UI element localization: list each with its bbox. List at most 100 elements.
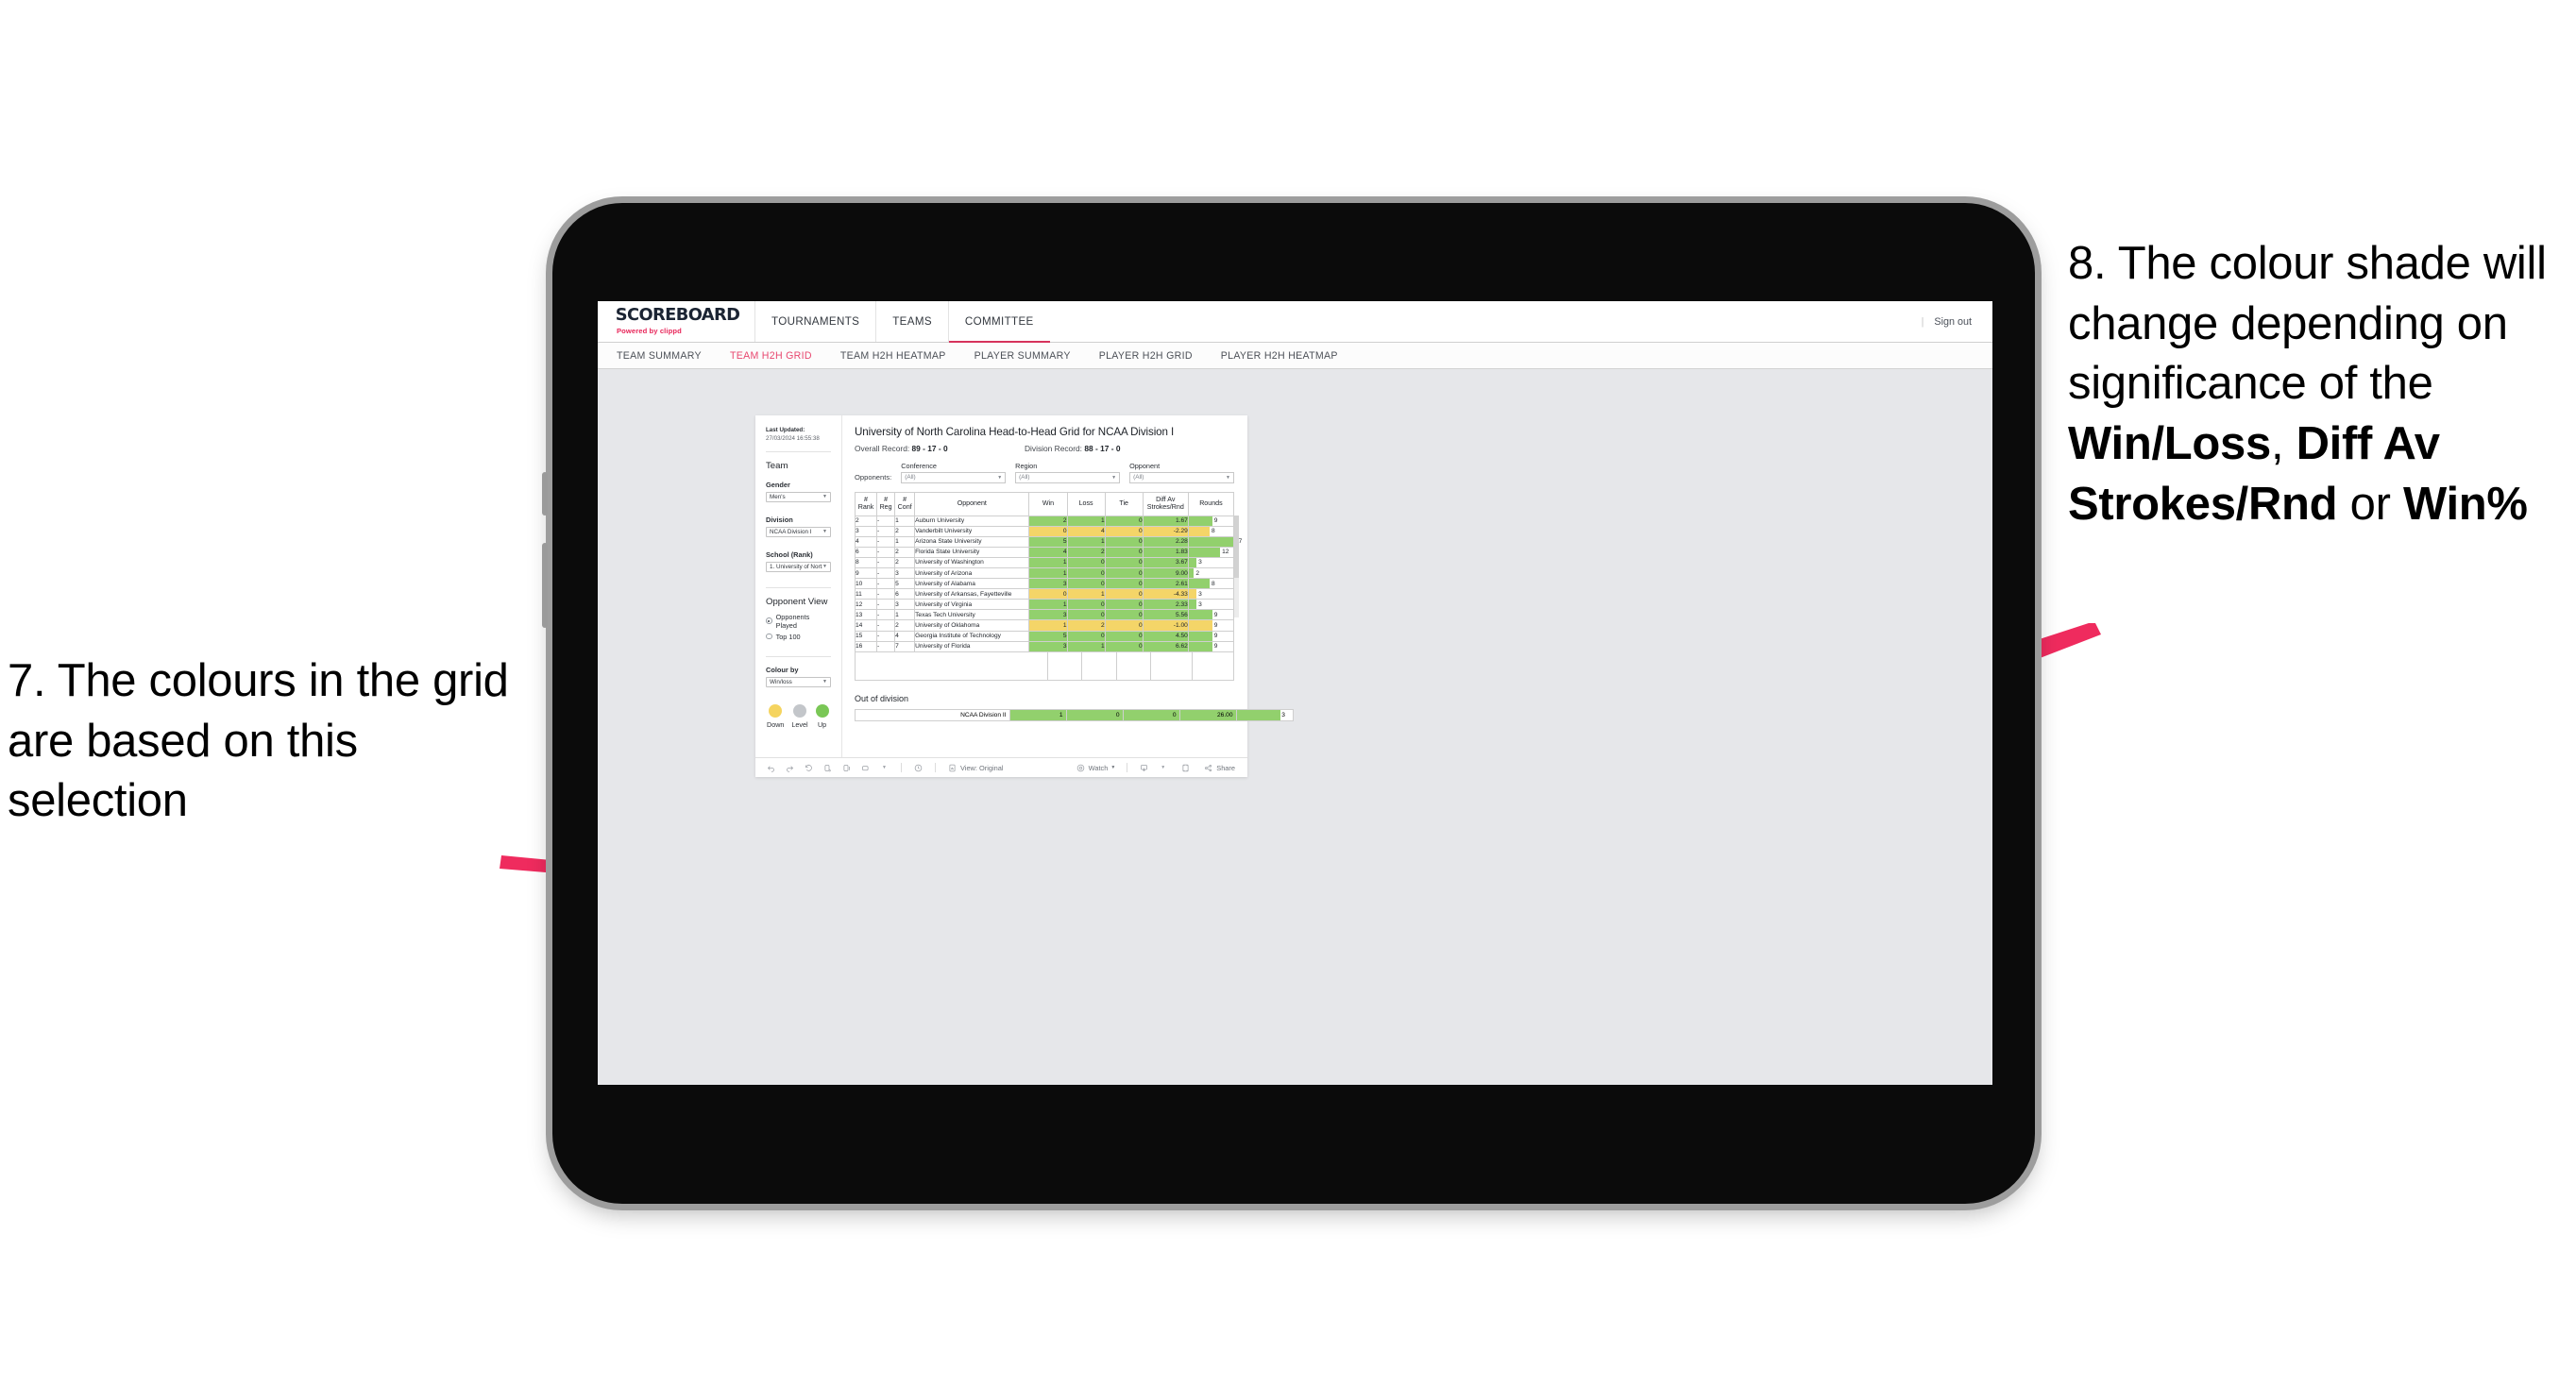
table-row[interactable]: 2-1 Auburn University 2 1 0 1.67 9 [854, 515, 1235, 527]
cell-opponent: Texas Tech University [914, 609, 1030, 621]
highlight-icon[interactable] [860, 763, 871, 773]
chevron-down-icon: ▼ [822, 679, 827, 685]
tail-diff [1151, 651, 1194, 681]
col-tie-l2: Tie [1119, 499, 1128, 507]
top-nav-committee[interactable]: COMMITTEE [947, 301, 1050, 343]
sub-nav-player-h2h-heatmap[interactable]: PLAYER H2H HEATMAP [1221, 350, 1338, 362]
region-select[interactable]: (All) ▼ [1015, 472, 1121, 483]
sub-nav-player-summary[interactable]: PLAYER SUMMARY [974, 350, 1071, 362]
table-row[interactable]: 8-2 University of Washington 1 0 0 3.67 3 [854, 556, 1235, 568]
sub-nav-team-h2h-grid[interactable]: TEAM H2H GRID [730, 350, 812, 362]
table-row[interactable]: 11-6 University of Arkansas, Fayetteville… [854, 588, 1235, 600]
legend-item-up: Up [815, 703, 829, 729]
callout-8-text: 8. The colour shade will change dependin… [2068, 234, 2576, 534]
rounds-value: 12 [1222, 549, 1229, 556]
cell-opponent: University of Florida [914, 640, 1030, 652]
revert-icon[interactable] [804, 763, 814, 773]
sub-nav-player-h2h-grid[interactable]: PLAYER H2H GRID [1099, 350, 1193, 362]
col-reg[interactable]: # Reg [876, 491, 896, 516]
cell-opponent: Arizona State University [914, 535, 1030, 548]
grid-scrollbar[interactable] [1234, 515, 1239, 617]
cell-loss: 1 [1066, 640, 1106, 652]
h2h-grid-table: # Rank # Reg # Conf Opponent Win Loss Tie D… [854, 491, 1242, 652]
refresh-icon[interactable] [822, 763, 833, 773]
cell-win: 0 [1028, 588, 1068, 600]
chevron-down-icon[interactable]: ▼ [1158, 763, 1168, 773]
sub-nav-team-summary[interactable]: TEAM SUMMARY [617, 350, 702, 362]
cell-rank: 16 [854, 640, 878, 652]
rounds-value: 9 [1213, 611, 1218, 618]
col-rank[interactable]: # Rank [854, 491, 878, 516]
watch-button[interactable]: Watch ▼ [1076, 763, 1115, 773]
tail-loss [1082, 651, 1117, 681]
cell-opponent: Florida State University [914, 546, 1030, 558]
undo-icon[interactable] [766, 763, 776, 773]
table-row[interactable]: 16-7 University of Florida 3 1 0 6.62 9 [854, 640, 1235, 652]
division-select[interactable]: NCAA Division I ▼ [766, 526, 831, 537]
table-row[interactable]: 10-5 University of Alabama 3 0 0 2.61 8 [854, 578, 1235, 590]
tablet-device-frame: SCOREBOARD Powered by clippd TOURNAMENTS… [542, 203, 2035, 1204]
col-rounds[interactable]: Rounds [1187, 491, 1235, 516]
table-row[interactable]: 9-3 University of Arizona 1 0 0 9.00 2 [854, 566, 1235, 580]
rounds-value: 9 [1213, 633, 1218, 640]
table-row[interactable]: 15-4 Georgia Institute of Technology 5 0 0 4.… [854, 630, 1235, 642]
legend-label: Up [817, 719, 827, 729]
cell-reg: - [876, 630, 896, 642]
col-win[interactable]: Win [1028, 491, 1068, 516]
col-tie[interactable]: Tie [1104, 491, 1144, 516]
radio-opponents-played[interactable]: Opponents Played [766, 613, 831, 630]
sign-out-link[interactable]: Sign out [1934, 316, 1972, 328]
last-updated: Last Updated: 27/03/2024 16:55:38 [766, 427, 831, 444]
col-diff-av-strokes[interactable]: Diff Av Strokes/Rnd [1142, 491, 1189, 516]
share-button[interactable]: Share [1203, 763, 1235, 773]
ood-name: NCAA Division II [855, 708, 1010, 722]
radio-top-100[interactable]: Top 100 [766, 633, 831, 641]
cell-opponent: University of Washington [914, 556, 1030, 568]
conference-filter: Conference (All) ▼ [901, 462, 1007, 483]
cell-win: 4 [1028, 546, 1068, 558]
table-row[interactable]: 12-3 University of Virginia 1 0 0 2.33 3 [854, 599, 1235, 611]
col-opponent[interactable]: Opponent [914, 491, 1030, 516]
table-row[interactable]: 13-1 Texas Tech University 3 0 0 5.56 9 [854, 609, 1235, 621]
ood-tie: 0 [1123, 708, 1180, 722]
clock-icon[interactable] [913, 763, 924, 773]
rounds-bar [1188, 557, 1197, 567]
divider [766, 586, 831, 588]
sub-nav-team-h2h-heatmap[interactable]: TEAM H2H HEATMAP [840, 350, 946, 362]
conference-select[interactable]: (All) ▼ [901, 472, 1007, 483]
top-nav-tournaments[interactable]: TOURNAMENTS [754, 301, 875, 342]
chevron-down-icon: ▼ [1226, 474, 1230, 481]
colour-by-select[interactable]: Win/loss ▼ [766, 676, 831, 687]
table-row[interactable]: 3-2 Vanderbilt University 0 4 0 -2.29 8 [854, 525, 1235, 537]
table-row[interactable]: 4-1Arizona State University5102.2817 [854, 535, 1242, 548]
cell-reg: - [876, 640, 896, 652]
table-row[interactable]: 14-2 University of Oklahoma 1 2 0 -1.00 9 [854, 619, 1235, 632]
cell-tie: 0 [1104, 566, 1144, 580]
cell-win: 1 [1028, 599, 1068, 611]
cell-win: 3 [1028, 640, 1068, 652]
cell-diff: -1.00 [1142, 619, 1189, 632]
opponent-select[interactable]: (All) ▼ [1129, 472, 1234, 483]
cell-rank: 3 [854, 525, 878, 537]
gender-select[interactable]: Men's ▼ [766, 491, 831, 502]
pause-icon[interactable] [841, 763, 852, 773]
cell-conf: 4 [894, 630, 916, 642]
col-conf[interactable]: # Conf [894, 491, 916, 516]
chevron-down-icon[interactable]: ▼ [879, 763, 890, 773]
region-filter: Region (All) ▼ [1015, 462, 1121, 483]
redo-icon[interactable] [785, 763, 795, 773]
grid-scrollbar-thumb[interactable] [1234, 515, 1239, 578]
divider: | [1921, 315, 1924, 328]
cell-rank: 15 [854, 630, 878, 642]
legend-item-level: Level [791, 703, 808, 729]
download-icon[interactable] [1139, 763, 1149, 773]
school-select[interactable]: 1. University of Nort... ▼ [766, 561, 831, 572]
tail-win [1047, 651, 1083, 681]
col-loss[interactable]: Loss [1066, 491, 1106, 516]
top-nav-teams[interactable]: TEAMS [875, 301, 948, 342]
table-row[interactable]: 6-2 Florida State University 4 2 0 1.83 12 [854, 546, 1235, 558]
fullscreen-icon[interactable] [1180, 763, 1191, 773]
view-original-button[interactable]: View: Original [947, 763, 1003, 773]
cell-conf: 3 [894, 566, 916, 580]
divider [935, 763, 936, 772]
